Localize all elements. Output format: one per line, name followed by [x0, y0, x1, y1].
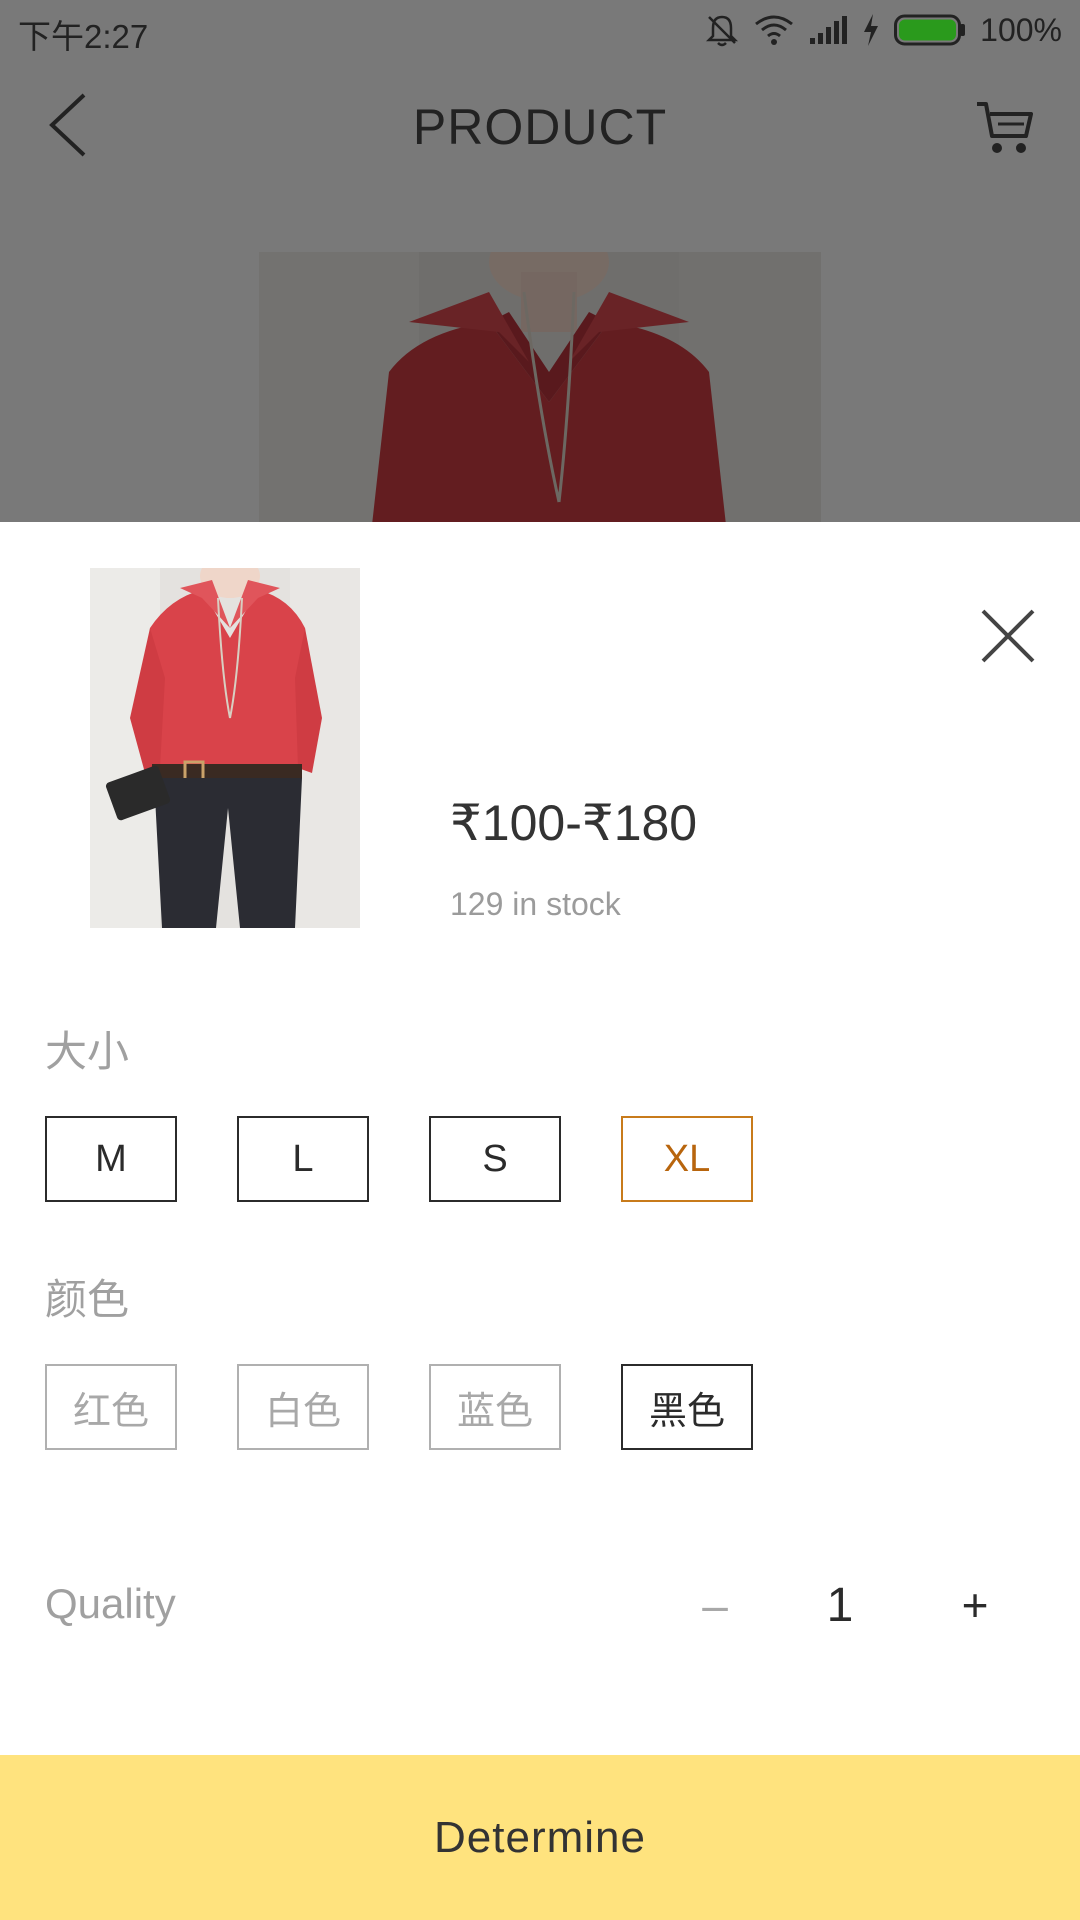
status-bar: 下午2:27 100%	[0, 0, 1080, 60]
size-option-l[interactable]: L	[237, 1116, 369, 1202]
thumbnail-model-illustration	[90, 568, 360, 928]
product-thumbnail	[90, 568, 360, 928]
status-time: 下午2:27	[18, 18, 149, 55]
size-option-xl[interactable]: XL	[621, 1116, 753, 1202]
product-page-background: 下午2:27 100% PRODUCT	[0, 0, 1080, 522]
sku-selector-sheet: ₹100-₹180 129 in stock 大小 M L S XL 颜色 红色…	[0, 522, 1080, 1920]
signal-icon	[810, 16, 848, 44]
size-section-label: 大小	[45, 1028, 130, 1075]
quantity-value[interactable]: 1	[800, 1560, 880, 1650]
color-option-blue[interactable]: 蓝色	[429, 1364, 561, 1450]
quantity-increase-button[interactable]: +	[940, 1560, 1010, 1650]
color-section-label: 颜色	[45, 1276, 130, 1323]
status-icons: 100%	[704, 12, 1062, 48]
page-title: PRODUCT	[412, 99, 668, 155]
charging-icon	[864, 14, 879, 46]
quantity-label: Quality	[45, 1580, 176, 1627]
battery-icon	[894, 14, 966, 46]
size-options: M L S XL	[45, 1116, 753, 1202]
color-option-red[interactable]: 红色	[45, 1364, 177, 1450]
determine-button[interactable]: Determine	[0, 1755, 1080, 1920]
color-options: 红色 白色 蓝色 黑色	[45, 1364, 753, 1450]
title-bar: PRODUCT	[0, 60, 1080, 194]
close-icon[interactable]	[980, 608, 1036, 664]
color-option-white[interactable]: 白色	[237, 1364, 369, 1450]
cart-icon[interactable]	[974, 96, 1036, 158]
quantity-stepper: – 1 +	[650, 1560, 1030, 1650]
battery-percentage: 100%	[980, 11, 1062, 48]
price-range: ₹100-₹180	[450, 795, 698, 851]
wifi-icon	[755, 15, 794, 45]
color-option-black[interactable]: 黑色	[621, 1364, 753, 1450]
quantity-decrease-button[interactable]: –	[680, 1560, 750, 1650]
size-option-m[interactable]: M	[45, 1116, 177, 1202]
stock-count: 129 in stock	[450, 886, 621, 922]
size-option-s[interactable]: S	[429, 1116, 561, 1202]
mute-icon	[706, 15, 739, 47]
